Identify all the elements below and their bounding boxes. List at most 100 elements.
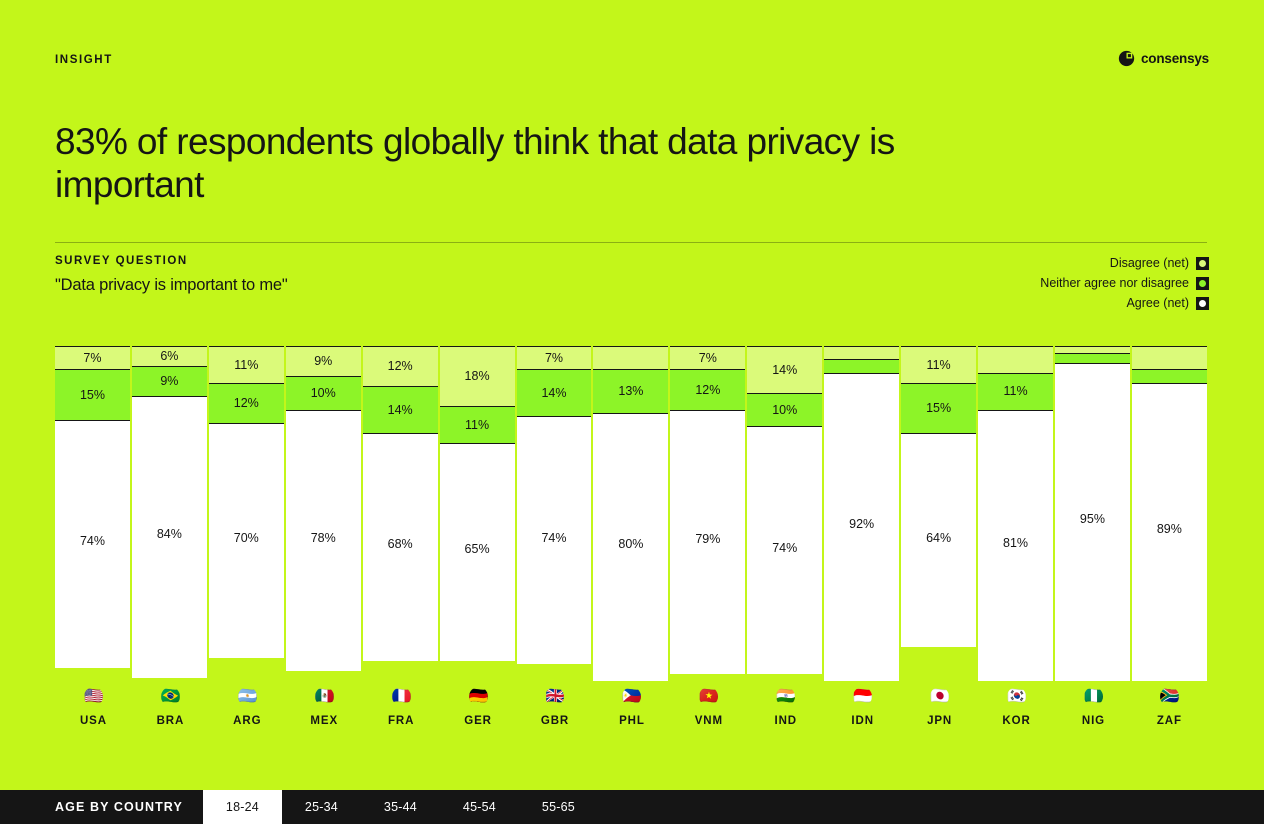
bar-segment-disagree <box>1054 346 1130 353</box>
bar-segment-neither: 10% <box>285 376 361 410</box>
bar-segment-label: 12% <box>695 382 721 397</box>
bar-vnm[interactable]: 7% 12% 79% <box>670 346 746 681</box>
eyebrow-label: INSIGHT <box>55 54 113 66</box>
axis-item-arg[interactable]: 🇦🇷 ARG <box>209 683 286 745</box>
flag-icon-fra: 🇫🇷 <box>391 688 411 705</box>
bar-gbr[interactable]: 7% 14% 74% <box>516 346 592 681</box>
axis-item-mex[interactable]: 🇲🇽 MEX <box>286 683 363 745</box>
bar-segment-disagree: 12% <box>362 346 438 387</box>
tab-age-35-44[interactable]: 35-44 <box>361 790 440 824</box>
bar-nig[interactable]: 95% <box>1054 346 1130 681</box>
bar-segment-label: 74% <box>541 530 567 545</box>
axis-country-code: ARG <box>233 715 262 727</box>
bar-segment-label: 74% <box>79 533 105 548</box>
tab-age-18-24[interactable]: 18-24 <box>202 790 282 824</box>
flag-icon-bra: 🇧🇷 <box>160 688 180 705</box>
axis-item-fra[interactable]: 🇫🇷 FRA <box>363 683 440 745</box>
bar-segment-label: 11% <box>234 357 259 372</box>
bar-segment-neither: 15% <box>55 369 130 420</box>
bar-segment-label: 15% <box>79 387 105 402</box>
flag-icon-vnm: 🇻🇳 <box>699 688 719 705</box>
axis-item-ger[interactable]: 🇩🇪 GER <box>440 683 517 745</box>
flag-icon-nig: 🇳🇬 <box>1083 688 1103 705</box>
bar-segment-label: 14% <box>772 362 798 377</box>
flag-icon-arg: 🇦🇷 <box>237 688 257 705</box>
bar-idn[interactable]: 92% <box>824 346 900 681</box>
bar-phl[interactable]: 13% 80% <box>593 346 669 681</box>
bar-segment-agree: 81% <box>978 409 1053 681</box>
bar-segment-label: 74% <box>772 540 798 555</box>
chart-legend: Disagree (net) Neither agree nor disagree… <box>1040 256 1209 310</box>
bar-segment-label: 11% <box>1003 384 1028 399</box>
bar-segment-agree: 95% <box>1054 362 1130 681</box>
bar-segment-label: 13% <box>618 384 644 399</box>
axis-item-nig[interactable]: 🇳🇬 NIG <box>1055 683 1132 745</box>
bar-ind[interactable]: 14% 10% 74% <box>747 346 823 681</box>
bar-segment-label: 14% <box>541 386 567 401</box>
bar-kor[interactable]: 11% 81% <box>978 346 1053 681</box>
axis-item-phl[interactable]: 🇵🇭 PHL <box>593 683 670 745</box>
bar-segment-agree: 74% <box>55 419 130 668</box>
axis-item-jpn[interactable]: 🇯🇵 JPN <box>901 683 978 745</box>
bar-segment-neither: 12% <box>208 382 284 424</box>
flag-icon-gbr: 🇬🇧 <box>545 688 565 705</box>
bar-segment-disagree <box>593 346 669 370</box>
bar-bra[interactable]: 6% 9% 84% <box>131 346 207 681</box>
bar-segment-neither: 14% <box>362 386 438 434</box>
axis-item-gbr[interactable]: 🇬🇧 GBR <box>517 683 594 745</box>
consensys-wordmark: consensys <box>1141 51 1209 66</box>
bar-segment-disagree: 7% <box>516 346 592 370</box>
bar-segment-disagree: 7% <box>55 346 130 370</box>
bar-segment-neither: 13% <box>593 369 669 413</box>
axis-country-code: MEX <box>310 715 339 727</box>
legend-item[interactable]: Agree (net) <box>1126 296 1209 310</box>
bar-segment-agree: 80% <box>593 412 669 681</box>
axis-item-bra[interactable]: 🇧🇷 BRA <box>132 683 209 745</box>
legend-item[interactable]: Disagree (net) <box>1110 256 1209 270</box>
axis-country-code: BRA <box>156 715 185 727</box>
tab-age-55-65[interactable]: 55-65 <box>519 790 598 824</box>
bar-mex[interactable]: 9% 10% 78% <box>285 346 361 681</box>
bar-segment-neither: 11% <box>439 406 515 444</box>
bar-segment-label: 9% <box>160 374 179 389</box>
bar-segment-neither: 12% <box>670 369 746 410</box>
axis-item-ind[interactable]: 🇮🇳 IND <box>747 683 824 745</box>
bar-segment-label: 95% <box>1079 512 1105 527</box>
bar-segment-disagree: 9% <box>285 346 361 377</box>
tab-age-45-54[interactable]: 45-54 <box>440 790 519 824</box>
axis-country-code: GBR <box>540 715 570 727</box>
tab-age-25-34[interactable]: 25-34 <box>282 790 361 824</box>
axis-item-vnm[interactable]: 🇻🇳 VNM <box>670 683 747 745</box>
country-axis: 🇺🇸 USA 🇧🇷 BRA 🇦🇷 ARG 🇲🇽 MEX 🇫🇷 FRA 🇩🇪 GER 🇬🇧 GBR 🇵🇭 PHL… <box>55 683 1207 745</box>
flag-icon-mex: 🇲🇽 <box>314 688 334 705</box>
axis-item-usa[interactable]: 🇺🇸 USA <box>55 683 132 745</box>
bar-segment-disagree: 6% <box>131 346 207 367</box>
axis-country-code: ZAF <box>1156 715 1182 727</box>
bar-segment-agree: 74% <box>516 416 592 665</box>
bar-segment-label: 15% <box>926 401 952 416</box>
bar-segment-label: 7% <box>698 350 717 365</box>
bar-segment-disagree: 7% <box>670 346 746 370</box>
bar-fra[interactable]: 12% 14% 68% <box>362 346 438 681</box>
bar-segment-label: 18% <box>464 369 490 384</box>
bar-segment-label: 84% <box>156 527 182 542</box>
axis-item-kor[interactable]: 🇰🇷 KOR <box>978 683 1055 745</box>
bar-segment-label: 70% <box>233 530 259 545</box>
survey-question-text: "Data privacy is important to me" <box>55 276 288 294</box>
bar-segment-neither: 10% <box>747 392 823 427</box>
consensys-logo: consensys <box>1118 50 1209 67</box>
bar-zaf[interactable]: 89% <box>1131 346 1207 681</box>
bar-jpn[interactable]: 11% 15% 64% <box>901 346 977 681</box>
flag-icon-kor: 🇰🇷 <box>1007 688 1027 705</box>
bar-arg[interactable]: 11% 12% 70% <box>208 346 284 681</box>
bar-segment-neither <box>1131 369 1207 383</box>
axis-item-idn[interactable]: 🇮🇩 IDN <box>824 683 901 745</box>
bar-segment-neither: 15% <box>901 382 977 434</box>
axis-country-code: USA <box>79 715 107 727</box>
axis-item-zaf[interactable]: 🇿🇦 ZAF <box>1132 683 1207 745</box>
legend-item[interactable]: Neither agree nor disagree <box>1040 276 1209 290</box>
bar-usa[interactable]: 7% 15% 74% <box>55 346 130 681</box>
bar-segment-label: 79% <box>695 532 721 547</box>
bar-segment-label: 11% <box>926 357 951 372</box>
bar-ger[interactable]: 18% 11% 65% <box>439 346 515 681</box>
